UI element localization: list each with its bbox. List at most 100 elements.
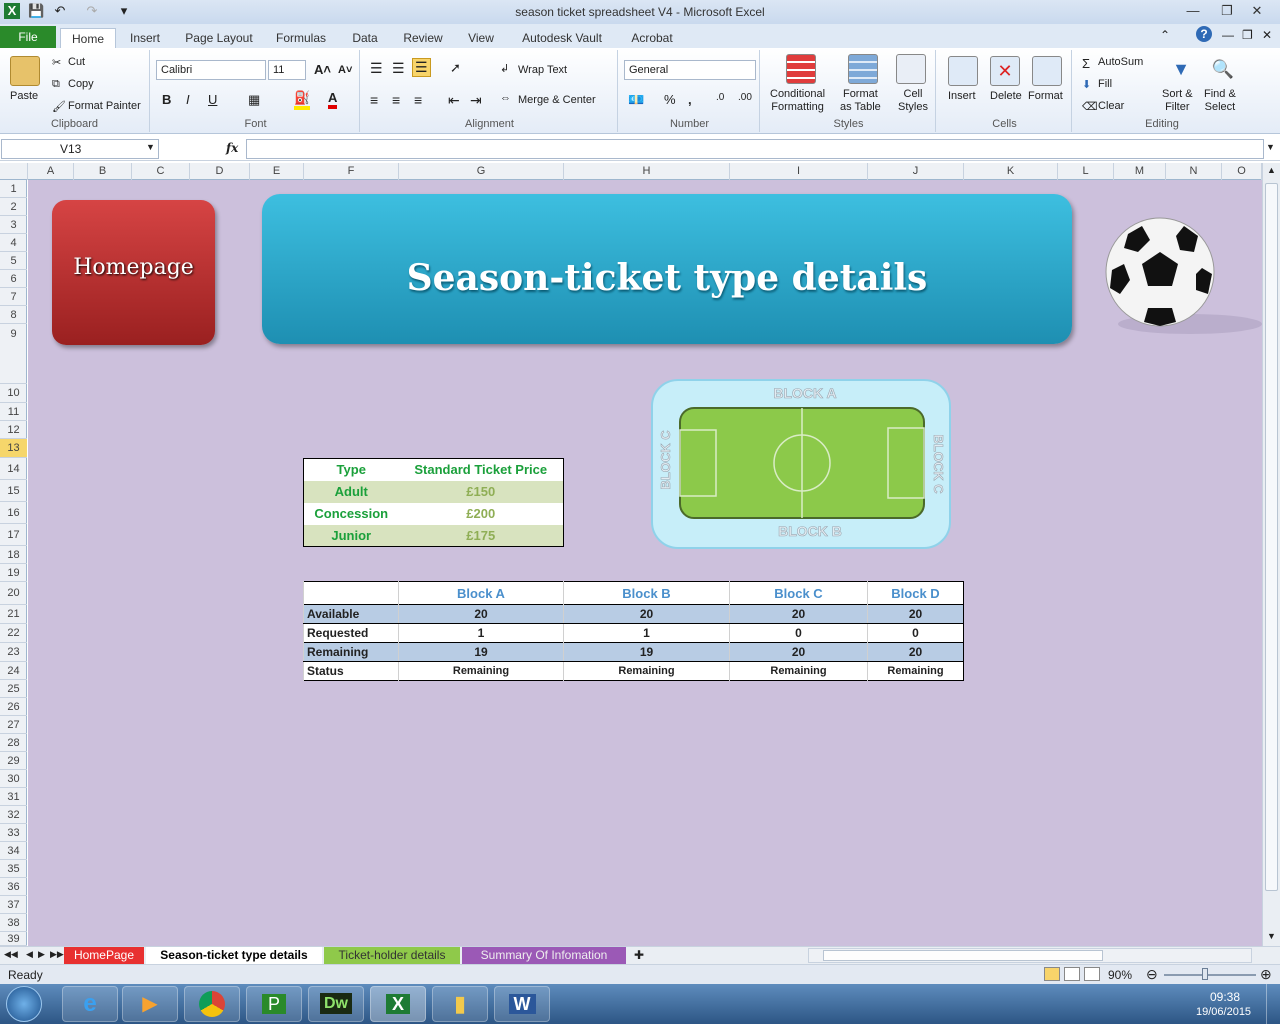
row-header[interactable]: 9 [0,324,27,384]
delete-cells-button[interactable]: Delete [990,90,1022,102]
sheet-tab-ticket-holder[interactable]: Ticket-holder details [324,947,460,964]
underline-icon[interactable]: U [208,92,217,107]
row-header[interactable]: 39 [0,932,27,946]
column-header[interactable]: D [190,163,250,180]
close-button[interactable]: ✕ [1244,2,1270,20]
row-header-selected[interactable]: 13 [0,439,27,458]
remaining-cell[interactable]: 19 [398,642,564,662]
ticket-price-cell[interactable]: £200 [398,502,564,525]
last-sheet-icon[interactable]: ▶▶ [50,949,64,960]
new-sheet-icon[interactable]: ✚ [634,948,644,962]
format-painter-button[interactable]: Format Painter [68,100,141,112]
zoom-slider[interactable] [1164,974,1256,976]
zoom-slider-thumb[interactable] [1202,968,1208,980]
column-header[interactable]: K [964,163,1058,180]
requested-cell[interactable]: 1 [563,623,730,643]
font-color-icon[interactable]: A [328,90,338,109]
row-header[interactable]: 14 [0,458,27,480]
column-header[interactable]: I [730,163,868,180]
fill-icon[interactable]: ⬇ [1082,78,1091,91]
select-all-corner[interactable] [0,163,28,180]
paste-icon[interactable] [10,56,40,86]
align-center-icon[interactable]: ≡ [392,92,400,108]
scroll-down-icon[interactable]: ▼ [1267,931,1276,941]
copy-icon[interactable]: ⧉ [52,78,60,91]
zoom-in-icon[interactable]: ⊕ [1260,966,1272,983]
row-header[interactable]: 34 [0,842,27,860]
merge-center-button[interactable]: Merge & Center [518,94,596,106]
namebox-dropdown-icon[interactable]: ▼ [146,142,155,152]
column-header[interactable]: H [564,163,730,180]
row-header[interactable]: 22 [0,624,27,643]
tab-review[interactable]: Review [398,28,448,48]
normal-view-icon[interactable] [1044,967,1060,981]
align-top-icon[interactable]: ☰ [370,60,383,77]
tab-acrobat[interactable]: Acrobat [622,28,682,48]
expand-formula-icon[interactable]: ▼ [1266,142,1275,152]
merge-center-icon[interactable]: ⇔ [500,92,511,104]
row-header[interactable]: 23 [0,643,27,662]
start-button-icon[interactable] [6,986,42,1022]
status-cell[interactable]: Remaining [729,661,868,681]
prev-sheet-icon[interactable]: ◀ [26,949,33,960]
row-header[interactable]: 30 [0,770,27,788]
block-table-header[interactable]: Block A [398,581,564,605]
delete-cells-icon[interactable]: ✕ [990,56,1020,86]
sheet-tab-summary[interactable]: Summary Of Infomation [462,947,626,964]
clock-date[interactable]: 19/06/2015 [1196,1006,1251,1018]
row-header[interactable]: 7 [0,288,27,306]
workbook-restore-icon[interactable]: ❐ [1242,28,1253,42]
row-header[interactable]: 21 [0,605,27,624]
orientation-icon[interactable]: ➚ [450,60,461,76]
conditional-formatting-button[interactable]: Conditional Formatting [770,88,825,114]
workbook-minimize-icon[interactable]: — [1222,28,1234,42]
minimize-button[interactable]: — [1180,2,1206,20]
format-as-table-button[interactable]: Format as Table [840,88,881,114]
name-box[interactable]: V13 [1,139,159,159]
available-cell[interactable]: 20 [563,604,730,624]
scroll-up-icon[interactable]: ▲ [1267,165,1276,175]
sort-filter-icon[interactable]: ▼ [1166,54,1196,84]
available-cell[interactable]: 20 [398,604,564,624]
ticket-price-cell[interactable]: £175 [398,524,564,547]
ticket-type-cell[interactable]: Concession [303,502,399,525]
cell-styles-icon[interactable] [896,54,926,84]
block-table-corner[interactable]: C [303,581,399,605]
row-header[interactable]: 4 [0,234,27,252]
row-header[interactable]: 10 [0,384,27,403]
column-header[interactable]: N [1166,163,1222,180]
number-format-select[interactable]: General [624,60,756,80]
italic-icon[interactable]: I [186,92,190,107]
sheet-tab-homepage[interactable]: HomePage [64,947,144,964]
price-table-header-type[interactable]: Type [303,458,399,481]
autosum-icon[interactable]: Σ [1082,56,1090,71]
row-label-available[interactable]: Available [303,604,399,624]
row-header[interactable]: 25 [0,680,27,698]
clock-time[interactable]: 09:38 [1210,990,1240,1004]
row-header[interactable]: 31 [0,788,27,806]
row-header[interactable]: 33 [0,824,27,842]
bold-icon[interactable]: B [162,92,171,107]
row-header[interactable]: 26 [0,698,27,716]
h-scroll-thumb[interactable] [823,950,1103,961]
ticket-price-cell[interactable]: £150 [398,480,564,503]
row-label-requested[interactable]: Requested [303,623,399,643]
row-header[interactable]: 27 [0,716,27,734]
row-header[interactable]: 3 [0,216,27,234]
ticket-type-cell[interactable]: Adult [303,480,399,503]
wrap-text-icon[interactable]: ↲ [500,62,509,75]
align-right-icon[interactable]: ≡ [414,92,422,108]
find-select-button[interactable]: Find & Select [1204,88,1236,114]
borders-icon[interactable]: ▦ [248,92,260,108]
decrease-decimal-icon[interactable]: .00 [738,92,752,103]
remaining-cell[interactable]: 20 [729,642,868,662]
align-bottom-icon[interactable]: ☰ [412,58,431,77]
cell-styles-button[interactable]: Cell Styles [898,88,928,114]
row-header[interactable]: 29 [0,752,27,770]
row-header[interactable]: 38 [0,914,27,932]
chrome-icon[interactable] [184,986,240,1022]
fx-icon[interactable]: fx [226,141,238,155]
row-header[interactable]: 16 [0,502,27,524]
autosum-button[interactable]: AutoSum [1098,56,1143,68]
tab-data[interactable]: Data [344,28,386,48]
